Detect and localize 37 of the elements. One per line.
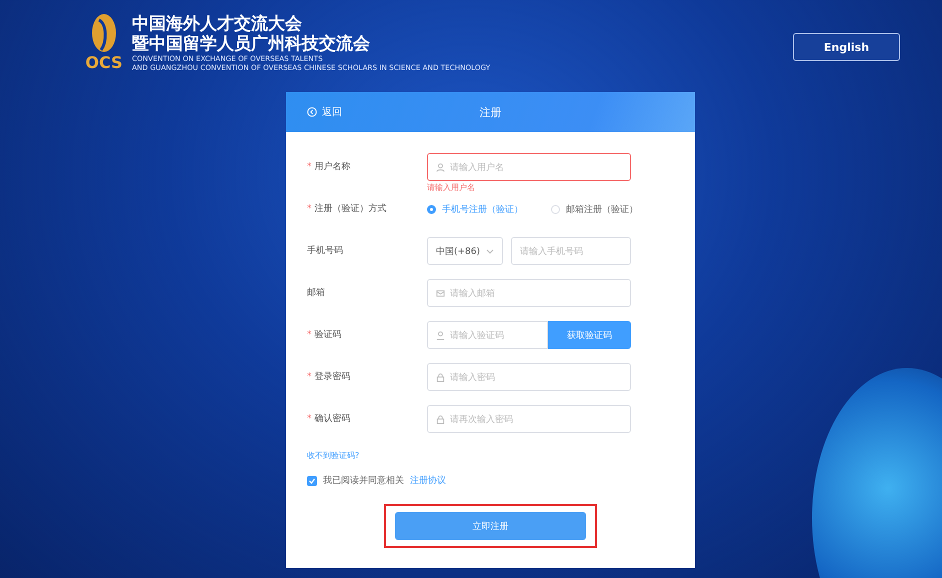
country-select[interactable]: 中国(+86) (427, 237, 503, 265)
card-title: 注册 (480, 106, 502, 118)
language-button[interactable]: English (793, 33, 900, 61)
logo-text: OCS (85, 54, 123, 72)
lock-icon (436, 414, 445, 424)
field-label: * 注册（验证）方式 (307, 202, 388, 215)
user-icon (436, 330, 445, 340)
user-icon (436, 162, 445, 172)
help-link[interactable]: 收不到验证码? (307, 450, 360, 461)
input-field[interactable]: 请输入用户名 (427, 153, 631, 181)
mail-icon (436, 288, 445, 298)
field-label: * 验证码 (307, 328, 342, 341)
logo-icon (90, 12, 118, 54)
error-message: 请输入用户名 (427, 182, 476, 193)
agreement-checkbox[interactable] (307, 476, 317, 486)
conference-title: 中国海外人才交流大会 (132, 14, 303, 34)
lock-icon (436, 372, 445, 382)
radio-option[interactable]: 邮箱注册（验证） (551, 202, 638, 216)
get-code-button[interactable]: 获取验证码 (548, 321, 631, 349)
field-label: * 登录密码 (307, 370, 352, 383)
field-label: 邮箱 (307, 286, 326, 299)
field-label: 手机号码 (307, 244, 344, 257)
back-icon (307, 107, 317, 117)
code-input-field[interactable]: 请输入验证码 (427, 321, 548, 349)
phone-input-field[interactable]: 请输入手机号码 (511, 237, 631, 265)
input-field[interactable]: 请输入密码 (427, 363, 631, 391)
field-label: * 用户名称 (307, 160, 352, 173)
input-field[interactable]: 请输入邮箱 (427, 279, 631, 307)
register-button[interactable]: 立即注册 (395, 512, 586, 540)
back-button[interactable]: 返回 (307, 105, 342, 119)
agreement-text: 我已阅读并同意相关 (323, 474, 404, 487)
field-label: * 确认密码 (307, 412, 352, 425)
input-field[interactable]: 请再次输入密码 (427, 405, 631, 433)
chevron-icon (486, 248, 494, 254)
radio-option[interactable]: 手机号注册（验证） (427, 202, 523, 216)
conference-title: 暨中国留学人员广州科技交流会 (132, 34, 371, 54)
agreement-link[interactable]: 注册协议 (410, 474, 446, 487)
